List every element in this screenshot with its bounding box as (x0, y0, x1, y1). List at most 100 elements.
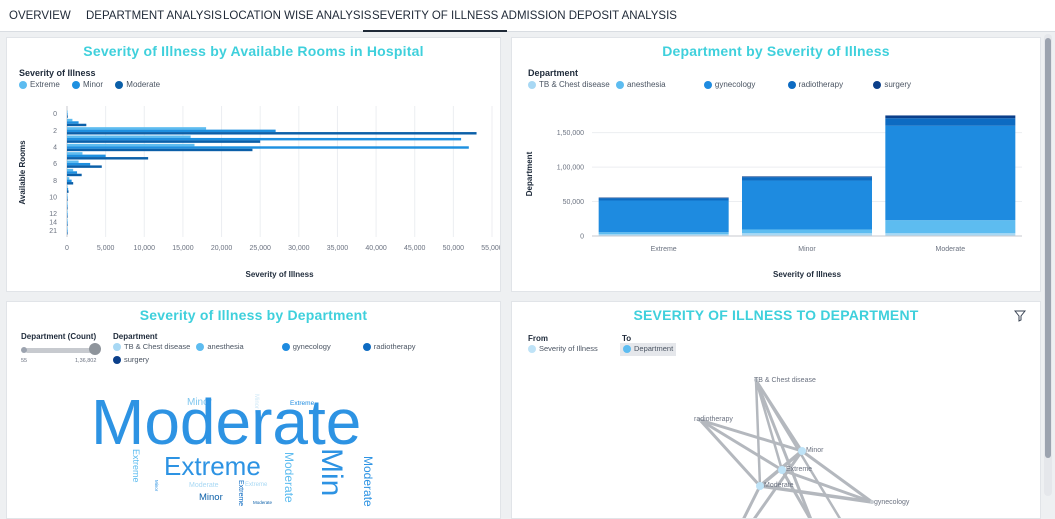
tab-overview[interactable]: OVERVIEW (9, 0, 71, 32)
word-moderate-small[interactable]: Moderate (189, 482, 219, 489)
stacked-bar-segment[interactable] (885, 220, 1016, 234)
stacked-bar-segment[interactable] (885, 125, 1016, 221)
bar[interactable] (67, 193, 68, 197)
bar[interactable] (67, 148, 253, 152)
word-extreme-big[interactable]: Extreme (164, 453, 261, 479)
x-tick-label: 10,000 (134, 245, 156, 252)
bar[interactable] (67, 157, 149, 160)
word-extreme-small[interactable]: Extreme (245, 482, 267, 488)
node-minor[interactable] (798, 447, 806, 455)
word-extreme-vertical-2[interactable]: Extreme (237, 480, 244, 506)
y-tick-label: 50,000 (563, 199, 585, 206)
stacked-bar-segment[interactable] (598, 232, 729, 235)
node-label-minor: Minor (806, 447, 824, 454)
bar[interactable] (67, 171, 78, 174)
node-label-gynecology: gynecology (874, 499, 910, 506)
bar[interactable] (67, 118, 73, 122)
bar[interactable] (67, 198, 68, 202)
bar[interactable] (67, 135, 191, 138)
bar-chart-rooms[interactable]: 0 5,000 10,000 15,000 20,000 25,000 30,000 35,0… (7, 38, 501, 292)
word-min-vertical[interactable]: Min (315, 448, 348, 496)
word-extreme-vertical-small[interactable]: Extreme (131, 449, 141, 483)
bar[interactable] (67, 129, 276, 133)
bar[interactable] (67, 115, 68, 118)
bar[interactable] (67, 187, 69, 191)
y-tick-label: 1,50,000 (557, 130, 584, 137)
y-tick-label: 10 (49, 195, 57, 202)
bar[interactable] (67, 112, 68, 116)
bar[interactable] (67, 162, 91, 166)
word-cloud: Minor Minor Extreme Moderate Extreme Min… (7, 302, 500, 518)
y-axis-title: Department (525, 151, 534, 196)
vertical-scrollbar[interactable] (1044, 34, 1052, 496)
stacked-bar-segment[interactable] (742, 180, 872, 230)
stacked-bar-segment[interactable] (742, 176, 872, 178)
bar[interactable] (67, 110, 68, 113)
stacked-bar-chart-department[interactable]: 0 50,000 1,00,000 1,50,000 Extreme Minor Moder… (512, 38, 1041, 292)
stacked-bar-segment[interactable] (885, 115, 1016, 119)
bar[interactable] (67, 123, 87, 127)
bar[interactable] (67, 154, 106, 158)
bar[interactable] (67, 212, 68, 216)
bar[interactable] (67, 190, 69, 193)
stacked-bar-segment[interactable] (742, 229, 872, 234)
bar[interactable] (67, 223, 68, 227)
word-moderate-tiny[interactable]: Moderate (253, 500, 272, 505)
y-tick-label: 2 (53, 128, 57, 135)
y-tick-label: 8 (53, 178, 57, 185)
tab-location-wise-analysis[interactable]: LOCATION WISE ANALYSIS (223, 0, 371, 32)
scrollbar-thumb[interactable] (1045, 38, 1051, 458)
panel-severity-by-rooms: Severity of Illness by Available Rooms i… (6, 37, 501, 292)
node-moderate[interactable] (756, 482, 764, 490)
stacked-bar-segment[interactable] (598, 197, 729, 199)
bar[interactable] (67, 182, 74, 185)
bar[interactable] (67, 218, 68, 222)
bar[interactable] (67, 177, 70, 180)
bar[interactable] (67, 143, 195, 147)
y-tick-label: 6 (53, 161, 57, 168)
bar[interactable] (67, 137, 462, 141)
tab-severity-of-illness[interactable]: SEVERITY OF ILLNESS (363, 0, 508, 32)
x-tick-label: 50,000 (443, 245, 465, 252)
bar[interactable] (67, 168, 74, 172)
node-extreme[interactable] (778, 466, 786, 474)
bar[interactable] (67, 227, 68, 230)
bar[interactable] (67, 127, 207, 130)
tab-admission-deposit-analysis[interactable]: ADMISSION DEPOSIT ANALYSIS (501, 0, 677, 32)
x-tick-label: 35,000 (327, 245, 349, 252)
bar[interactable] (67, 185, 68, 188)
stacked-bar-segment[interactable] (598, 200, 729, 233)
x-axis-title: Severity of Illness (773, 270, 842, 279)
bar[interactable] (67, 121, 79, 124)
bar[interactable] (67, 221, 68, 224)
bar[interactable] (67, 160, 79, 163)
word-moderate-vertical-2[interactable]: Moderate (361, 456, 375, 507)
bar[interactable] (67, 146, 469, 149)
bar[interactable] (67, 215, 68, 218)
word-moderate-vertical-1[interactable]: Moderate (282, 452, 296, 503)
bar[interactable] (67, 204, 68, 208)
x-tick-label: Extreme (651, 246, 677, 253)
stacked-bar-segment[interactable] (885, 118, 1016, 126)
bar[interactable] (67, 207, 68, 210)
tab-department-analysis[interactable]: DEPARTMENT ANALYSIS (86, 0, 222, 32)
bar[interactable] (67, 152, 83, 155)
bar[interactable] (67, 179, 72, 183)
bar[interactable] (67, 202, 68, 205)
bar[interactable] (67, 132, 477, 135)
stacked-bar-segment[interactable] (742, 177, 872, 181)
bar[interactable] (67, 229, 68, 233)
bar[interactable] (67, 140, 261, 143)
x-tick-label: 5,000 (97, 245, 115, 252)
bar[interactable] (67, 196, 68, 199)
bar[interactable] (67, 210, 68, 213)
y-axis-title: Available Rooms (18, 140, 27, 205)
network-graph[interactable]: TB & Chest disease radiotherapy Minor Ex… (512, 302, 1041, 519)
bar[interactable] (67, 232, 68, 235)
stacked-bar-segment[interactable] (598, 198, 729, 201)
word-minor-bottom[interactable]: Minor (199, 492, 223, 503)
bar[interactable] (67, 165, 102, 168)
bar[interactable] (67, 173, 82, 177)
word-moderate-big[interactable]: Moderate (91, 390, 361, 454)
word-minor-tiny-vertical[interactable]: Minor (154, 480, 159, 491)
